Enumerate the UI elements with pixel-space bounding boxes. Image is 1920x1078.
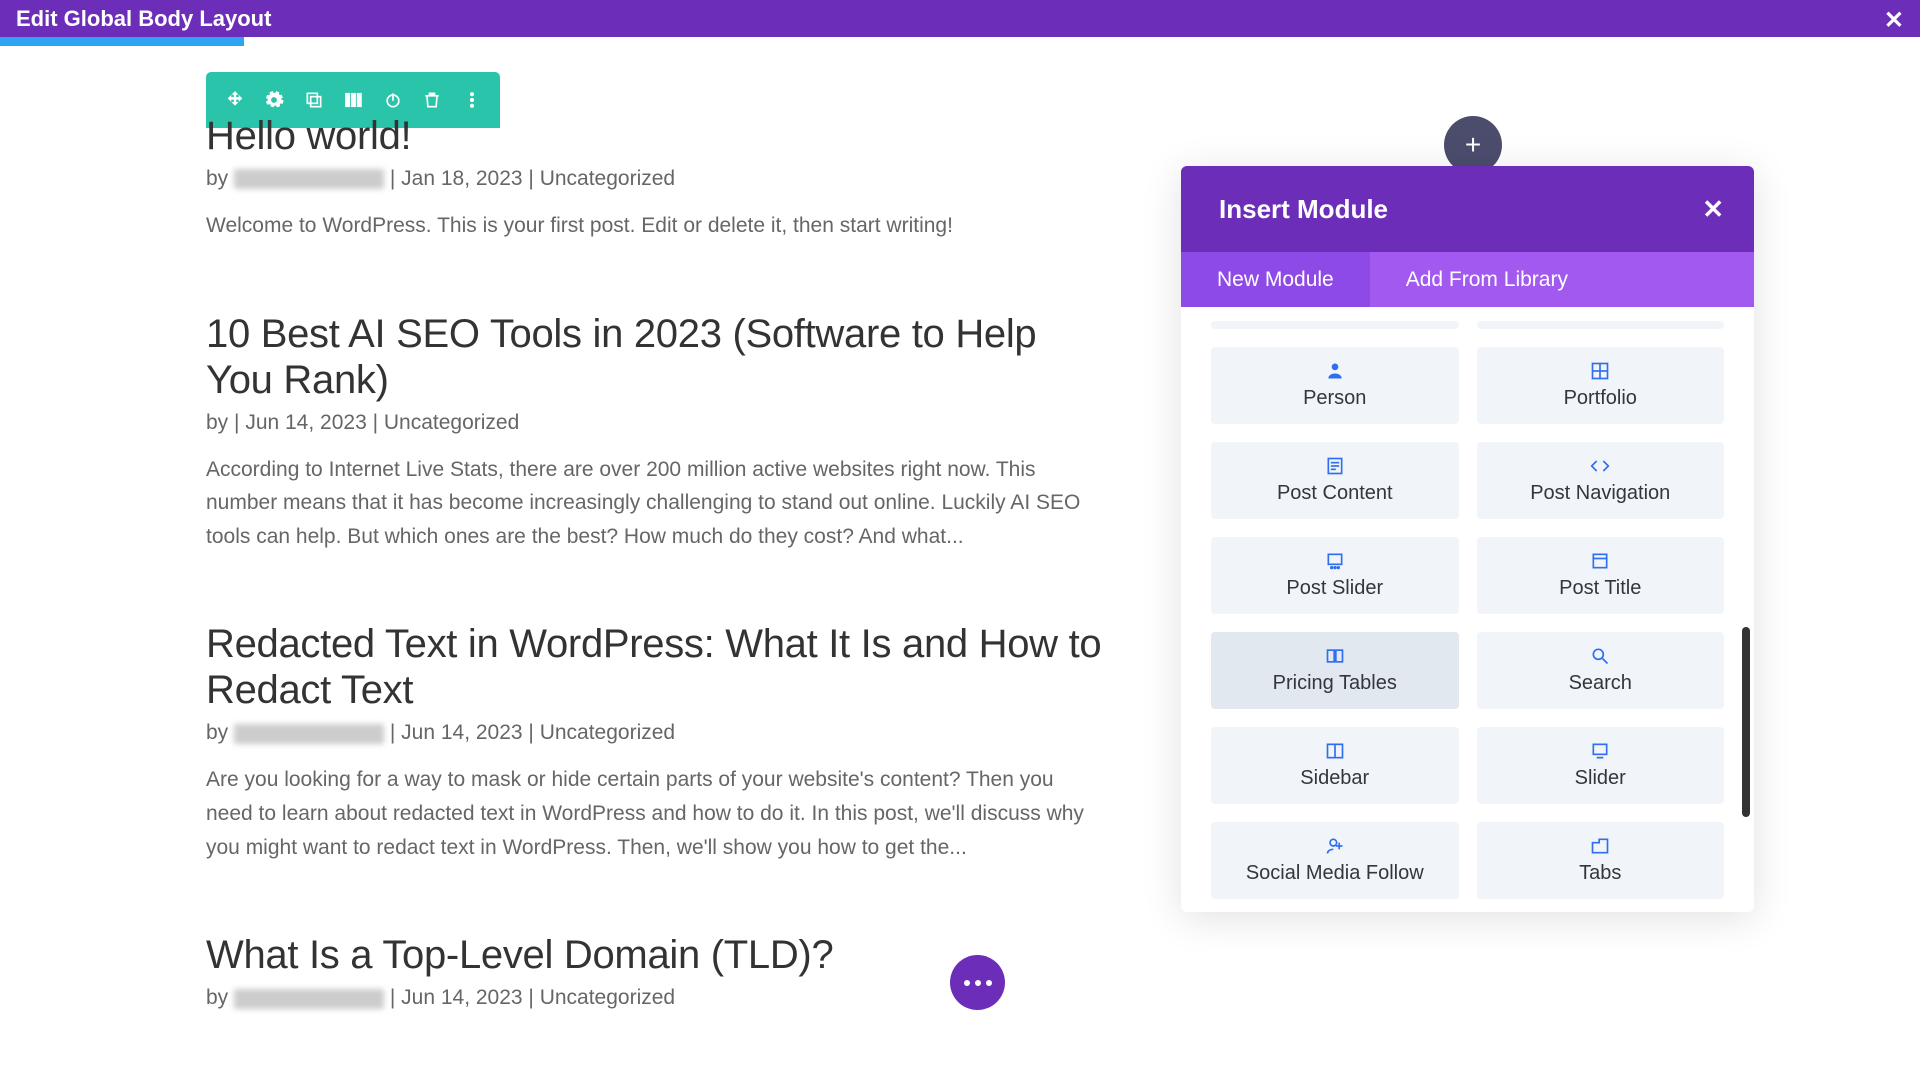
module-label: Slider [1575,767,1626,790]
module-label: Post Slider [1286,577,1383,600]
more-options-button[interactable] [950,955,1005,1010]
posts-list: Hello world! by | Jan 18, 2023 | Uncateg… [206,113,1106,1078]
follow-icon [1325,836,1345,856]
post-title[interactable]: 10 Best AI SEO Tools in 2023 (Software t… [206,311,1106,403]
tables-icon [1325,646,1345,666]
module-tabs[interactable]: Tabs [1477,822,1725,899]
author-redacted [234,724,384,744]
panel-tabs: New Module Add From Library [1181,252,1754,307]
sep: | [234,411,245,434]
grid-icon [1590,361,1610,381]
module-post-slider[interactable]: Post Slider [1211,537,1459,614]
post-date: Jun 14, 2023 [401,721,522,744]
tabs-icon [1590,836,1610,856]
post-excerpt: According to Internet Live Stats, there … [206,453,1106,554]
post-excerpt: Welcome to WordPress. This is your first… [206,209,1106,243]
by-label: by [206,721,234,744]
module-label: Post Navigation [1530,482,1670,505]
scrollbar[interactable] [1742,627,1750,817]
by-label: by [206,411,234,434]
post-item: 10 Best AI SEO Tools in 2023 (Software t… [206,311,1106,554]
tab-add-from-library[interactable]: Add From Library [1370,252,1604,307]
module-pricing-tables[interactable]: Pricing Tables [1211,632,1459,709]
post-meta: by | Jun 14, 2023 | Uncategorized [206,721,1106,745]
trash-icon[interactable] [421,89,443,111]
post-item: Redacted Text in WordPress: What It Is a… [206,621,1106,864]
module-label: Post Title [1559,577,1641,600]
by-label: by [206,167,234,190]
post-category[interactable]: Uncategorized [540,986,675,1009]
by-label: by [206,986,234,1009]
panel-header: Insert Module ✕ [1181,166,1754,252]
sidebar-icon [1325,741,1345,761]
sep: | [384,986,401,1009]
module-social-media-follow[interactable]: Social Media Follow [1211,822,1459,899]
module-label: Social Media Follow [1246,862,1424,885]
post-item: Hello world! by | Jan 18, 2023 | Uncateg… [206,113,1106,243]
progress-strip [0,37,244,46]
sep: | [384,167,401,190]
module-person[interactable]: Person [1211,347,1459,424]
post-meta: by | Jan 18, 2023 | Uncategorized [206,167,1106,191]
power-icon[interactable] [382,89,404,111]
sep: | [384,721,401,744]
person-icon [1325,361,1345,381]
document-icon [1325,456,1345,476]
title-icon [1590,551,1610,571]
author-redacted [234,989,384,1009]
topbar: Edit Global Body Layout ✕ [0,0,1920,37]
module-slider[interactable]: Slider [1477,727,1725,804]
module-item-cut[interactable] [1477,321,1725,329]
post-category[interactable]: Uncategorized [540,167,675,190]
post-date: Jun 14, 2023 [401,986,522,1009]
slider-icon [1590,741,1610,761]
module-item-cut[interactable] [1211,321,1459,329]
panel-body: Person Portfolio Post Content Post Navig… [1181,307,1754,912]
post-meta: by | Jun 14, 2023 | Uncategorized [206,411,1106,435]
post-date: Jan 18, 2023 [401,167,522,190]
insert-module-panel: Insert Module ✕ New Module Add From Libr… [1181,166,1754,912]
author-redacted [234,169,384,189]
module-grid: Person Portfolio Post Content Post Navig… [1211,321,1724,899]
post-excerpt: Are you looking for a way to mask or hid… [206,763,1106,864]
search-icon [1590,646,1610,666]
module-search[interactable]: Search [1477,632,1725,709]
post-category[interactable]: Uncategorized [540,721,675,744]
module-label: Search [1569,672,1632,695]
panel-title: Insert Module [1219,194,1388,225]
move-icon[interactable] [224,89,246,111]
columns-icon[interactable] [342,89,364,111]
slider-icon [1325,551,1345,571]
post-date: Jun 14, 2023 [245,411,366,434]
module-portfolio[interactable]: Portfolio [1477,347,1725,424]
duplicate-icon[interactable] [303,89,325,111]
module-label: Tabs [1579,862,1621,885]
module-label: Sidebar [1300,767,1369,790]
tab-new-module[interactable]: New Module [1181,252,1370,307]
module-post-content[interactable]: Post Content [1211,442,1459,519]
topbar-title: Edit Global Body Layout [16,6,271,32]
module-label: Post Content [1277,482,1393,505]
module-label: Person [1303,387,1366,410]
post-title[interactable]: Hello world! [206,113,1106,159]
close-icon[interactable]: ✕ [1884,6,1904,35]
post-title[interactable]: Redacted Text in WordPress: What It Is a… [206,621,1106,713]
module-label: Pricing Tables [1273,672,1397,695]
code-icon [1590,456,1610,476]
post-category[interactable]: Uncategorized [384,411,519,434]
module-label: Portfolio [1564,387,1637,410]
close-icon[interactable]: ✕ [1702,194,1724,225]
module-sidebar[interactable]: Sidebar [1211,727,1459,804]
module-post-title[interactable]: Post Title [1477,537,1725,614]
gear-icon[interactable] [263,89,285,111]
more-vertical-icon[interactable] [461,89,483,111]
module-post-navigation[interactable]: Post Navigation [1477,442,1725,519]
